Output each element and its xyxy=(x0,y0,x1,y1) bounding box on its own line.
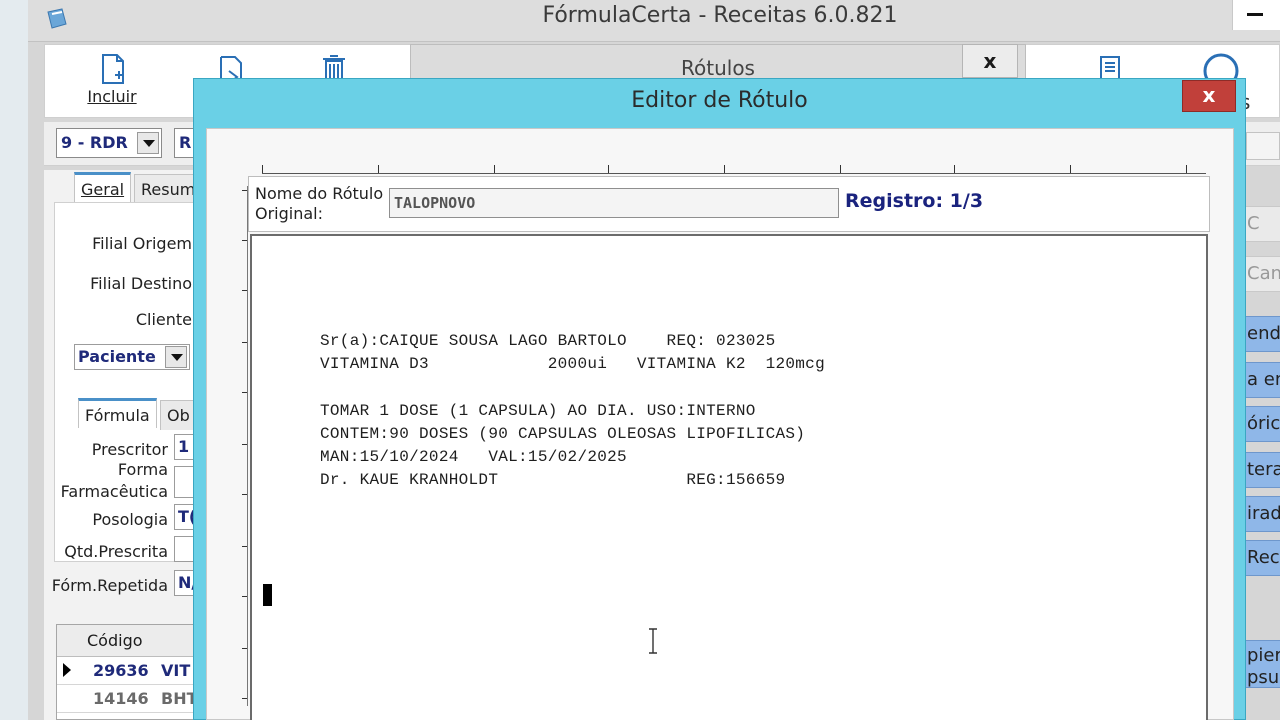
chevron-down-icon[interactable] xyxy=(137,132,159,154)
right-field[interactable] xyxy=(1246,132,1280,160)
label-name-field[interactable]: TALOPNOVO xyxy=(389,188,839,218)
label-name-caption: Nome do Rótulo Original: xyxy=(255,184,383,224)
paciente-select[interactable]: Paciente xyxy=(74,344,190,370)
row-pointer-icon xyxy=(63,663,71,677)
rotulos-title: Rótulos xyxy=(681,56,755,80)
items-grid: Código 29636 VIT 14146 BHT xyxy=(56,624,207,720)
label-line-dosage: TOMAR 1 DOSE (1 CAPSULA) AO DIA. USO:INT… xyxy=(320,402,756,420)
record-counter: Registro: 1/3 xyxy=(845,190,984,212)
action-button-3[interactable]: óric xyxy=(1244,406,1280,442)
label-line-patient: Sr(a):CAIQUE SOUSA LAGO BARTOLO REQ: 023… xyxy=(320,332,776,350)
filial-destino-label: Filial Destino xyxy=(90,274,192,293)
rotulos-close-button[interactable]: x xyxy=(962,44,1018,78)
grid-header: Código xyxy=(57,625,207,657)
confirm-button[interactable]: C xyxy=(1244,206,1280,242)
action-button-2[interactable]: a en xyxy=(1244,362,1280,398)
vertical-ruler xyxy=(236,186,248,706)
label-line-formula: VITAMINA D3 2000ui VITAMINA K2 120mcg xyxy=(320,355,825,373)
paciente-select-value: Paciente xyxy=(78,347,156,366)
prescritor-label: Prescritor xyxy=(91,440,168,459)
action-button-6[interactable]: Recá xyxy=(1244,540,1280,576)
minimize-button[interactable] xyxy=(1232,0,1280,30)
text-cursor xyxy=(263,584,272,606)
incluir-button[interactable]: Incluir xyxy=(67,49,157,115)
secondary-combo-value: R xyxy=(179,133,192,152)
forma-label: Forma xyxy=(117,460,168,479)
dialog-close-button[interactable]: x xyxy=(1182,80,1236,112)
action-button-7-line1: pier xyxy=(1247,645,1280,666)
table-row[interactable]: 14146 BHT xyxy=(57,685,207,713)
table-row[interactable]: 29636 VIT xyxy=(57,657,207,685)
horizontal-ruler xyxy=(262,156,1206,174)
tab-geral[interactable]: Geral xyxy=(74,172,132,202)
tab-formula-label: Fórmula xyxy=(85,406,150,425)
branch-combo-value: 9 - RDR xyxy=(61,133,128,152)
label-name-caption-line2: Original: xyxy=(255,204,323,223)
cliente-label: Cliente xyxy=(135,310,192,329)
app-logo-icon xyxy=(44,6,70,32)
row-desc: VIT xyxy=(161,661,191,680)
action-button-1[interactable]: enda xyxy=(1244,316,1280,352)
label-line-prescriber: Dr. KAUE KRANHOLDT REG:156659 xyxy=(320,471,786,489)
farmaceutica-label: Farmacêutica xyxy=(60,482,168,501)
row-code: 29636 xyxy=(93,661,149,680)
action-button-7-line2: psu xyxy=(1247,667,1280,688)
posologia-label: Posologia xyxy=(92,510,168,529)
action-button-7[interactable]: pier psu xyxy=(1244,640,1280,688)
label-line-contents: CONTEM:90 DOSES (90 CAPSULAS OLEOSAS LIP… xyxy=(320,425,806,443)
action-button-4[interactable]: terar xyxy=(1244,452,1280,488)
row-code: 14146 xyxy=(93,689,149,708)
label-line-dates: MAN:15/10/2024 VAL:15/02/2025 xyxy=(320,448,627,466)
qtd-prescrita-label: Qtd.Prescrita xyxy=(64,542,168,561)
filial-origem-label: Filial Origem xyxy=(92,234,192,253)
grid-header-codigo: Código xyxy=(87,631,143,650)
tab-obs-label: Ob xyxy=(167,406,190,425)
new-document-icon xyxy=(102,54,124,84)
tab-resumo-label: Resum xyxy=(141,180,196,199)
tab-formula[interactable]: Fórmula xyxy=(78,398,157,428)
branch-combo[interactable]: 9 - RDR xyxy=(56,128,162,158)
title-bar: FórmulaCerta - Receitas 6.0.821 xyxy=(28,0,1280,42)
ibeam-cursor-icon xyxy=(648,628,658,654)
form-repetida-label: Fórm.Repetida xyxy=(51,576,168,595)
app-title: FórmulaCerta - Receitas 6.0.821 xyxy=(542,3,898,28)
chevron-down-icon[interactable] xyxy=(165,346,187,368)
dialog-title: Editor de Rótulo xyxy=(631,88,808,113)
label-name-caption-line1: Nome do Rótulo xyxy=(255,184,384,203)
incluir-label: Incluir xyxy=(87,87,137,106)
tab-geral-label: Geral xyxy=(81,180,125,199)
action-button-5[interactable]: irada xyxy=(1244,496,1280,532)
cancel-button[interactable]: Can xyxy=(1244,256,1280,292)
